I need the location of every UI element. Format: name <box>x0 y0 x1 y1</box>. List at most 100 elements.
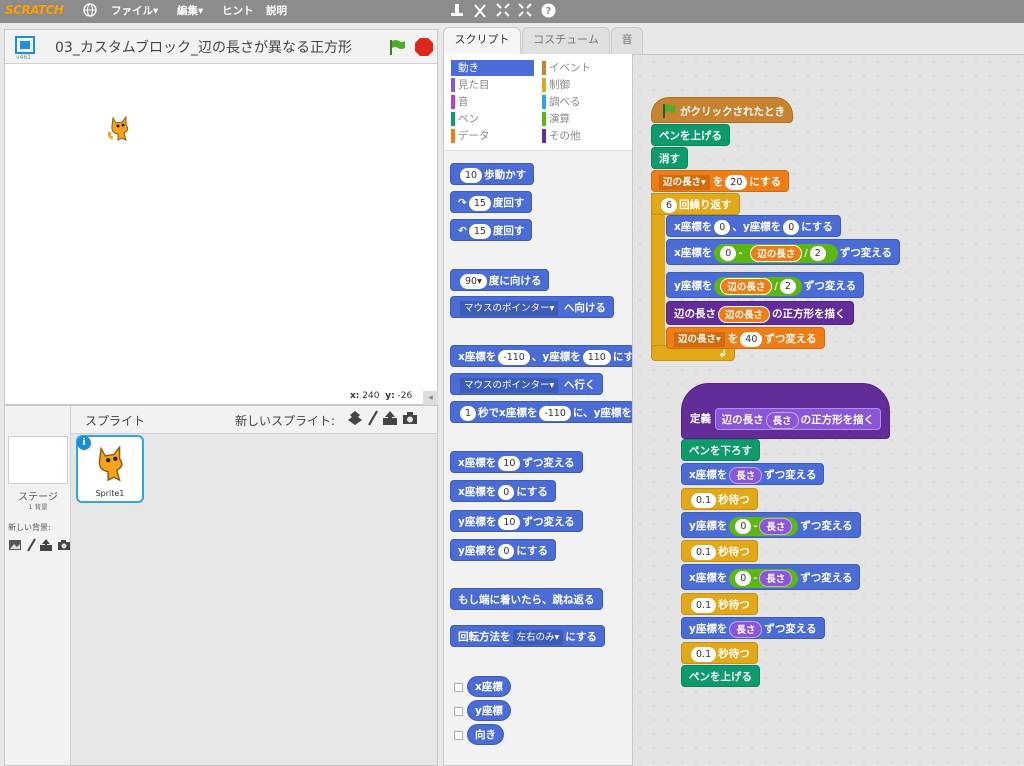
paint-brush-icon[interactable] <box>26 538 36 556</box>
block-wait-4[interactable]: 0.1 秒待つ <box>681 642 758 664</box>
block-change-y[interactable]: y座標を 10 ずつ変える <box>450 510 583 532</box>
tab-costumes[interactable]: コスチューム <box>522 27 610 54</box>
repeat-arm <box>651 193 665 353</box>
block-wait-2[interactable]: 0.1 秒待つ <box>681 540 758 562</box>
tab-sounds[interactable]: 音 <box>611 27 643 54</box>
block-move-steps[interactable]: 10 歩動かす <box>450 163 535 185</box>
scratch-logo[interactable]: SCRATCH <box>5 3 64 17</box>
paint-new-sprite-icon[interactable] <box>367 410 379 430</box>
block-change-y-expr[interactable]: y座標を 辺の長さ/2 ずつ変える <box>666 272 865 298</box>
sprite-library-icon[interactable] <box>347 410 363 430</box>
reporter-direction[interactable]: 向き <box>467 724 504 745</box>
camera-sprite-icon[interactable] <box>402 411 418 429</box>
category-pen[interactable]: ペン <box>451 111 534 127</box>
info-icon[interactable]: i <box>77 436 91 450</box>
sprite-panel: ステージ 1 背景 新しい背景: スプライト 新しいスプライト: i Sprit… <box>4 405 438 766</box>
block-bounce[interactable]: もし端に着いたら、跳ね返る <box>450 588 603 610</box>
category-sound[interactable]: 音 <box>451 94 534 110</box>
stop-sign-icon[interactable] <box>414 37 434 60</box>
reporter-y-position[interactable]: y座標 <box>467 700 511 721</box>
category-events[interactable]: イベント <box>542 60 625 76</box>
block-when-flag-clicked[interactable]: がクリックされたとき <box>651 97 793 123</box>
collapse-stage-button[interactable]: ◂ <box>423 391 438 405</box>
category-operators[interactable]: 演算 <box>542 111 625 127</box>
category-data[interactable]: データ <box>451 128 534 144</box>
block-change-x-param[interactable]: x座標を 長さ ずつ変える <box>681 463 825 485</box>
block-go-to-xy[interactable]: x座標を -110 、y座標を 110 にす <box>450 345 632 367</box>
sprite1-name: Sprite1 <box>95 489 125 498</box>
x-coordinate: 240 <box>362 391 380 401</box>
block-go-to[interactable]: マウスのポインター▾ へ行く <box>450 373 604 395</box>
block-clear[interactable]: 消す <box>651 147 688 169</box>
globe-icon[interactable] <box>82 3 98 19</box>
sprite-header: スプライト 新しいスプライト: <box>71 406 437 434</box>
checkbox-x-position[interactable] <box>454 683 463 692</box>
stage-column: ステージ 1 背景 新しい背景: <box>5 406 71 765</box>
category-motion[interactable]: 動き <box>451 60 534 76</box>
duplicate-icon[interactable] <box>449 3 465 19</box>
block-change-y-neg[interactable]: y座標を 0- 長さ ずつ変える <box>681 512 861 538</box>
edit-menu[interactable]: 編集▾ <box>177 0 203 23</box>
category-more-blocks[interactable]: その他 <box>542 128 625 144</box>
category-sensing[interactable]: 調べる <box>542 94 625 110</box>
block-custom-draw-square[interactable]: 辺の長さ 辺の長さ の正方形を描く <box>666 301 854 325</box>
category-control[interactable]: 制御 <box>542 77 625 93</box>
block-glide[interactable]: 1 秒でx座標を -110 に、y座標を <box>450 401 632 423</box>
grow-icon[interactable] <box>495 3 511 19</box>
upload-icon[interactable] <box>39 538 53 556</box>
version-label: v461 <box>16 54 32 61</box>
upload-sprite-icon[interactable] <box>382 410 398 430</box>
sprites-title: スプライト <box>85 414 146 428</box>
block-rotation-style[interactable]: 回転方法を 左右のみ▾ にする <box>450 625 605 647</box>
rotate-ccw-icon: ↶ <box>458 225 467 237</box>
project-title[interactable]: 03_カスタムブロック_辺の長さが異なる正方形 <box>55 37 352 57</box>
shrink-icon[interactable] <box>517 3 533 19</box>
block-pen-up-end[interactable]: ペンを上げる <box>681 665 760 687</box>
mouse-coordinates: x: 240 y: -26 <box>350 391 413 401</box>
block-change-x-neg[interactable]: x座標を 0- 長さ ずつ変える <box>681 564 861 590</box>
stage-thumbnail[interactable] <box>8 436 68 484</box>
block-pen-up[interactable]: ペンを上げる <box>651 124 730 146</box>
block-repeat[interactable]: 6 回繰り返す <box>651 193 740 215</box>
block-go-to-xy-script[interactable]: x座標を 0 、y座標を 0 にする <box>666 215 841 237</box>
help-icon[interactable]: ? <box>540 3 556 19</box>
rotate-cw-icon: ↷ <box>458 197 467 209</box>
block-change-x-expr[interactable]: x座標を 0- 辺の長さ/2 ずつ変える <box>666 239 901 265</box>
block-set-x[interactable]: x座標を 0 にする <box>450 480 556 502</box>
block-change-variable[interactable]: 辺の長さ▾ を 40 ずつ変える <box>666 327 825 349</box>
block-wait-3[interactable]: 0.1 秒待つ <box>681 593 758 615</box>
block-point-towards[interactable]: マウスのポインター▾ へ向ける <box>450 296 614 318</box>
block-change-x[interactable]: x座標を 10 ずつ変える <box>450 451 583 473</box>
block-change-y-param[interactable]: y座標を 長さ ずつ変える <box>681 617 825 639</box>
script-area[interactable]: がクリックされたとき ペンを上げる 消す 辺の長さ▾ を 20 にする 6 回繰り返す … <box>633 54 1024 766</box>
block-palette: 動き 見た目 音 ペン データ イベント 制御 調べる 演算 その他 10 歩動か… <box>443 54 633 766</box>
checkbox-direction[interactable] <box>454 731 463 740</box>
checkbox-y-position[interactable] <box>454 707 463 716</box>
backdrop-library-icon[interactable] <box>8 539 22 555</box>
category-looks[interactable]: 見た目 <box>451 77 534 93</box>
block-turn-left[interactable]: ↶ 15 度回す <box>450 219 533 241</box>
file-menu[interactable]: ファイル▾ <box>111 0 158 23</box>
block-define-custom[interactable]: 定義 辺の長さ 長さ の正方形を描く <box>681 383 891 439</box>
new-sprite-label: 新しいスプライト: <box>235 414 336 428</box>
scratch-cat-sprite[interactable] <box>107 114 133 145</box>
block-turn-right[interactable]: ↷ 15 度回す <box>450 191 533 213</box>
green-flag-icon[interactable] <box>388 38 406 59</box>
block-point-direction[interactable]: 90▾ 度に向ける <box>450 269 550 291</box>
stage-panel: v461 03_カスタムブロック_辺の長さが異なる正方形 <box>4 29 438 405</box>
reporter-x-position[interactable]: x座標 <box>467 676 511 697</box>
scratch-cat-thumbnail-icon <box>92 443 130 486</box>
stage-header: v461 03_カスタムブロック_辺の長さが異なる正方形 <box>5 30 437 64</box>
block-set-y[interactable]: y座標を 0 にする <box>450 539 557 561</box>
camera-icon[interactable] <box>57 539 71 555</box>
tips-menu[interactable]: ヒント <box>222 0 254 23</box>
y-coordinate: -26 <box>397 391 413 401</box>
menu-bar: SCRATCH ファイル▾ 編集▾ ヒント 説明 ? <box>0 0 1024 23</box>
tab-scripts[interactable]: スクリプト <box>443 27 521 54</box>
about-menu[interactable]: 説明 <box>266 0 287 23</box>
delete-scissors-icon[interactable] <box>472 3 488 19</box>
block-wait-1[interactable]: 0.1 秒待つ <box>681 488 758 510</box>
sprite1-thumbnail[interactable]: i Sprite1 <box>76 435 144 503</box>
block-pen-down[interactable]: ペンを下ろす <box>681 439 760 461</box>
block-set-variable[interactable]: 辺の長さ▾ を 20 にする <box>651 170 789 192</box>
